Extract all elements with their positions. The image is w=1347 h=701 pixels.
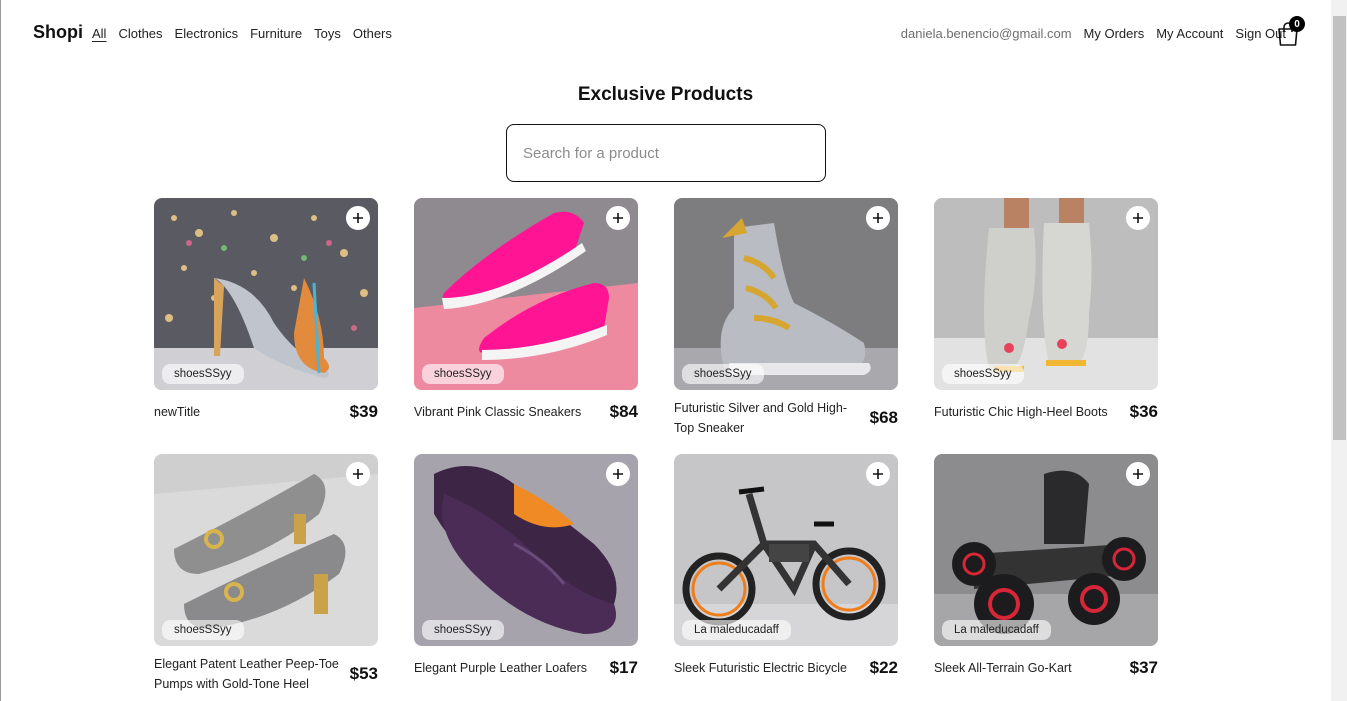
category-nav: All Clothes Electronics Furniture Toys O… [92,26,392,41]
account-nav: daniela.benencio@gmail.com My Orders My … [901,26,1286,41]
product-card[interactable]: shoesSSyy Futuristic Chic High-Heel Boot… [934,198,1158,442]
top-navbar: Shopi All Clothes Electronics Furniture … [0,0,1331,68]
category-tag: shoesSSyy [682,364,764,384]
grey-heel-boots-image [934,198,1158,390]
plus-icon [613,469,623,479]
add-to-cart-button[interactable] [1126,462,1150,486]
add-to-cart-button[interactable] [346,206,370,230]
product-image[interactable]: shoesSSyy [154,198,378,390]
product-card[interactable]: shoesSSyy Vibrant Pink Classic Sneakers … [414,198,638,442]
electric-bicycle-image [674,454,898,646]
go-kart-image [934,454,1158,646]
product-price: $84 [609,402,638,421]
nav-category-all[interactable]: All [92,26,106,41]
product-name: Elegant Patent Leather Peep-Toe Pumps wi… [154,657,339,691]
plus-icon [873,213,883,223]
product-info: Sleek All-Terrain Go-Kart $37 [934,654,1158,698]
grey-peep-toe-pumps-image [154,454,378,646]
add-to-cart-button[interactable] [606,206,630,230]
product-name: Vibrant Pink Classic Sneakers [414,405,582,419]
nav-category-others[interactable]: Others [353,26,392,41]
pink-sneakers-image [414,198,638,390]
nav-category-electronics[interactable]: Electronics [175,26,239,41]
product-price: $36 [1129,402,1158,421]
product-name: Futuristic Chic High-Heel Boots [934,405,1108,419]
product-price: $39 [349,402,378,421]
category-tag: shoesSSyy [422,620,504,640]
product-name: Futuristic Silver and Gold High-Top Snea… [674,401,847,435]
add-to-cart-button[interactable] [606,462,630,486]
plus-icon [1133,469,1143,479]
category-tag: shoesSSyy [162,620,244,640]
product-card[interactable]: La maleducadaff Sleek Futuristic Electri… [674,454,898,698]
product-card[interactable]: La maleducadaff Sleek All-Terrain Go-Kar… [934,454,1158,698]
product-image[interactable]: La maleducadaff [934,454,1158,646]
product-info: Vibrant Pink Classic Sneakers $84 [414,398,638,442]
product-card[interactable]: shoesSSyy Elegant Patent Leather Peep-To… [154,454,378,698]
category-tag: shoesSSyy [162,364,244,384]
brand-logo[interactable]: Shopi [33,22,83,43]
product-image[interactable]: shoesSSyy [154,454,378,646]
add-to-cart-button[interactable] [866,462,890,486]
plus-icon [613,213,623,223]
nav-category-clothes[interactable]: Clothes [118,26,162,41]
plus-icon [873,469,883,479]
product-price: $68 [869,408,898,427]
nav-category-furniture[interactable]: Furniture [250,26,302,41]
add-to-cart-button[interactable] [866,206,890,230]
product-image[interactable]: shoesSSyy [934,198,1158,390]
plus-icon [353,469,363,479]
category-tag: La maleducadaff [682,620,791,640]
product-info: newTitle $39 [154,398,378,442]
user-email: daniela.benencio@gmail.com [900,26,1072,41]
add-to-cart-button[interactable] [346,462,370,486]
add-to-cart-button[interactable] [1126,206,1150,230]
product-info: Elegant Purple Leather Loafers $17 [414,654,638,698]
cart-count-badge: 0 [1289,16,1305,32]
purple-loafers-image [414,454,638,646]
page-title: Exclusive Products [577,84,754,105]
product-info: Futuristic Chic High-Heel Boots $36 [934,398,1158,442]
category-tag: La maleducadaff [942,620,1051,640]
product-name: newTitle [154,405,201,419]
product-image[interactable]: shoesSSyy [414,454,638,646]
product-card[interactable]: shoesSSyy Futuristic Silver and Gold Hig… [674,198,898,442]
product-price: $37 [1129,658,1158,677]
glitter-high-heels-image [154,198,378,390]
product-card[interactable]: shoesSSyy Elegant Purple Leather Loafers… [414,454,638,698]
product-name: Sleek All-Terrain Go-Kart [934,661,1072,675]
category-tag: shoesSSyy [422,364,504,384]
scrollbar-thumb[interactable] [1333,16,1346,440]
product-card[interactable]: shoesSSyy newTitle $39 [154,198,378,442]
my-orders-link[interactable]: My Orders [1084,26,1145,41]
silver-gold-boot-image [674,198,898,390]
product-image[interactable]: shoesSSyy [674,198,898,390]
product-name: Sleek Futuristic Electric Bicycle [674,661,847,675]
plus-icon [1133,213,1143,223]
product-info: Elegant Patent Leather Peep-Toe Pumps wi… [154,654,378,698]
nav-category-toys[interactable]: Toys [314,26,341,41]
product-price: $17 [609,658,638,677]
product-info: Sleek Futuristic Electric Bicycle $22 [674,654,898,698]
product-price: $53 [349,664,378,683]
category-tag: shoesSSyy [942,364,1024,384]
product-image[interactable]: shoesSSyy [414,198,638,390]
product-image[interactable]: La maleducadaff [674,454,898,646]
product-price: $22 [869,658,898,677]
search-input[interactable] [506,124,826,182]
plus-icon [353,213,363,223]
product-name: Elegant Purple Leather Loafers [414,661,588,675]
product-info: Futuristic Silver and Gold High-Top Snea… [674,398,898,442]
my-account-link[interactable]: My Account [1156,26,1223,41]
